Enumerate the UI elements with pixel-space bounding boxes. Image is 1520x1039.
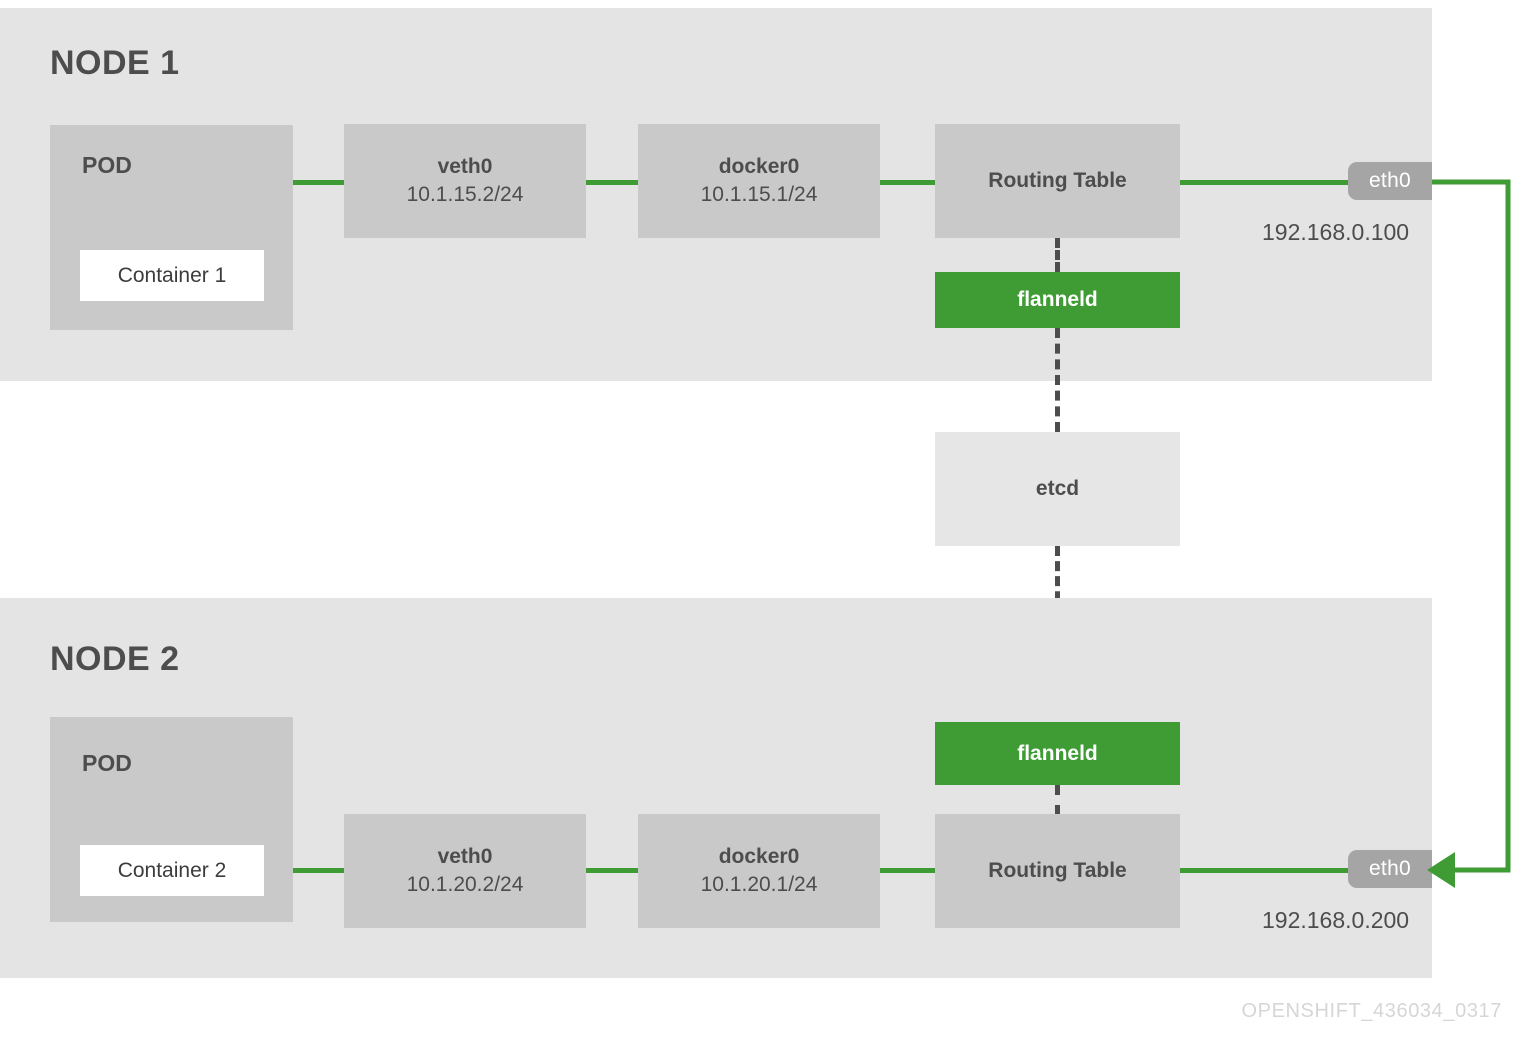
- node1-title: NODE 1: [50, 44, 180, 82]
- node1-eth0-label: eth0: [1368, 169, 1412, 192]
- node2-eth0-ip: 192.168.0.200: [1262, 907, 1410, 933]
- etcd-label: etcd: [1035, 477, 1080, 500]
- node1-docker0-cidr: 10.1.15.1/24: [700, 183, 818, 206]
- node1-container-box: Container 1: [80, 250, 264, 301]
- link-node2-veth-to-docker: [586, 868, 638, 873]
- dashed-link-node2-flanneld-to-routing: [1055, 785, 1060, 815]
- link-node1-routing-to-eth: [1180, 180, 1350, 185]
- node2-eth0-badge: eth0: [1348, 850, 1432, 888]
- node2-veth0-name: veth0: [437, 844, 493, 868]
- etcd-box: etcd: [935, 432, 1180, 546]
- node2-container-label: Container 2: [117, 858, 227, 882]
- dashed-link-node1-routing-to-flanneld: [1055, 238, 1060, 272]
- node1-routing-table-label: Routing Table: [988, 168, 1127, 192]
- node1-docker0-name: docker0: [718, 154, 800, 178]
- dashed-link-node1-flanneld-to-etcd: [1055, 328, 1060, 432]
- node2-routing-table-box: Routing Table: [935, 814, 1180, 928]
- node1-container-label: Container 1: [117, 263, 227, 287]
- node2-routing-table-label: Routing Table: [988, 858, 1127, 882]
- node1-veth0-name: veth0: [437, 154, 493, 178]
- node2-flanneld-box: flanneld: [935, 722, 1180, 785]
- node2-flanneld-label: flanneld: [1017, 741, 1098, 765]
- diagram-caption: OPENSHIFT_436034_0317: [1241, 1000, 1502, 1022]
- node2-eth0-label: eth0: [1368, 857, 1412, 880]
- node1-flanneld-box: flanneld: [935, 272, 1180, 328]
- node1-flanneld-label: flanneld: [1017, 288, 1098, 311]
- network-diagram-canvas: NODE 1 POD Container 1 veth0 10.1.15.2/2…: [0, 0, 1520, 1039]
- node1-docker0-box: docker0 10.1.15.1/24: [638, 124, 880, 238]
- link-node2-routing-to-eth: [1180, 868, 1350, 873]
- node1-eth0-badge: eth0: [1348, 162, 1432, 200]
- node2-container-box: Container 2: [80, 845, 264, 896]
- node1-veth0-box: veth0 10.1.15.2/24: [344, 124, 586, 238]
- link-node2-docker-to-routing: [880, 868, 936, 873]
- link-node1-veth-to-docker: [586, 180, 638, 185]
- node2-veth0-box: veth0 10.1.20.2/24: [344, 814, 586, 928]
- node2-veth0-cidr: 10.1.20.2/24: [406, 873, 524, 896]
- node2-docker0-name: docker0: [718, 844, 800, 868]
- link-node1-docker-to-routing: [880, 180, 936, 185]
- node2-docker0-cidr: 10.1.20.1/24: [700, 873, 818, 896]
- node1-routing-table-box: Routing Table: [935, 124, 1180, 238]
- node1-pod-label: POD: [82, 152, 132, 178]
- node1-veth0-cidr: 10.1.15.2/24: [406, 183, 524, 206]
- node2-pod-label: POD: [82, 750, 132, 776]
- node1-eth0-ip: 192.168.0.100: [1262, 219, 1410, 245]
- node2-docker0-box: docker0 10.1.20.1/24: [638, 814, 880, 928]
- external-route-line: [1432, 179, 1511, 873]
- link-node2-pod-to-veth: [293, 868, 345, 873]
- link-node1-pod-to-veth: [293, 180, 345, 185]
- node2-title: NODE 2: [50, 640, 180, 678]
